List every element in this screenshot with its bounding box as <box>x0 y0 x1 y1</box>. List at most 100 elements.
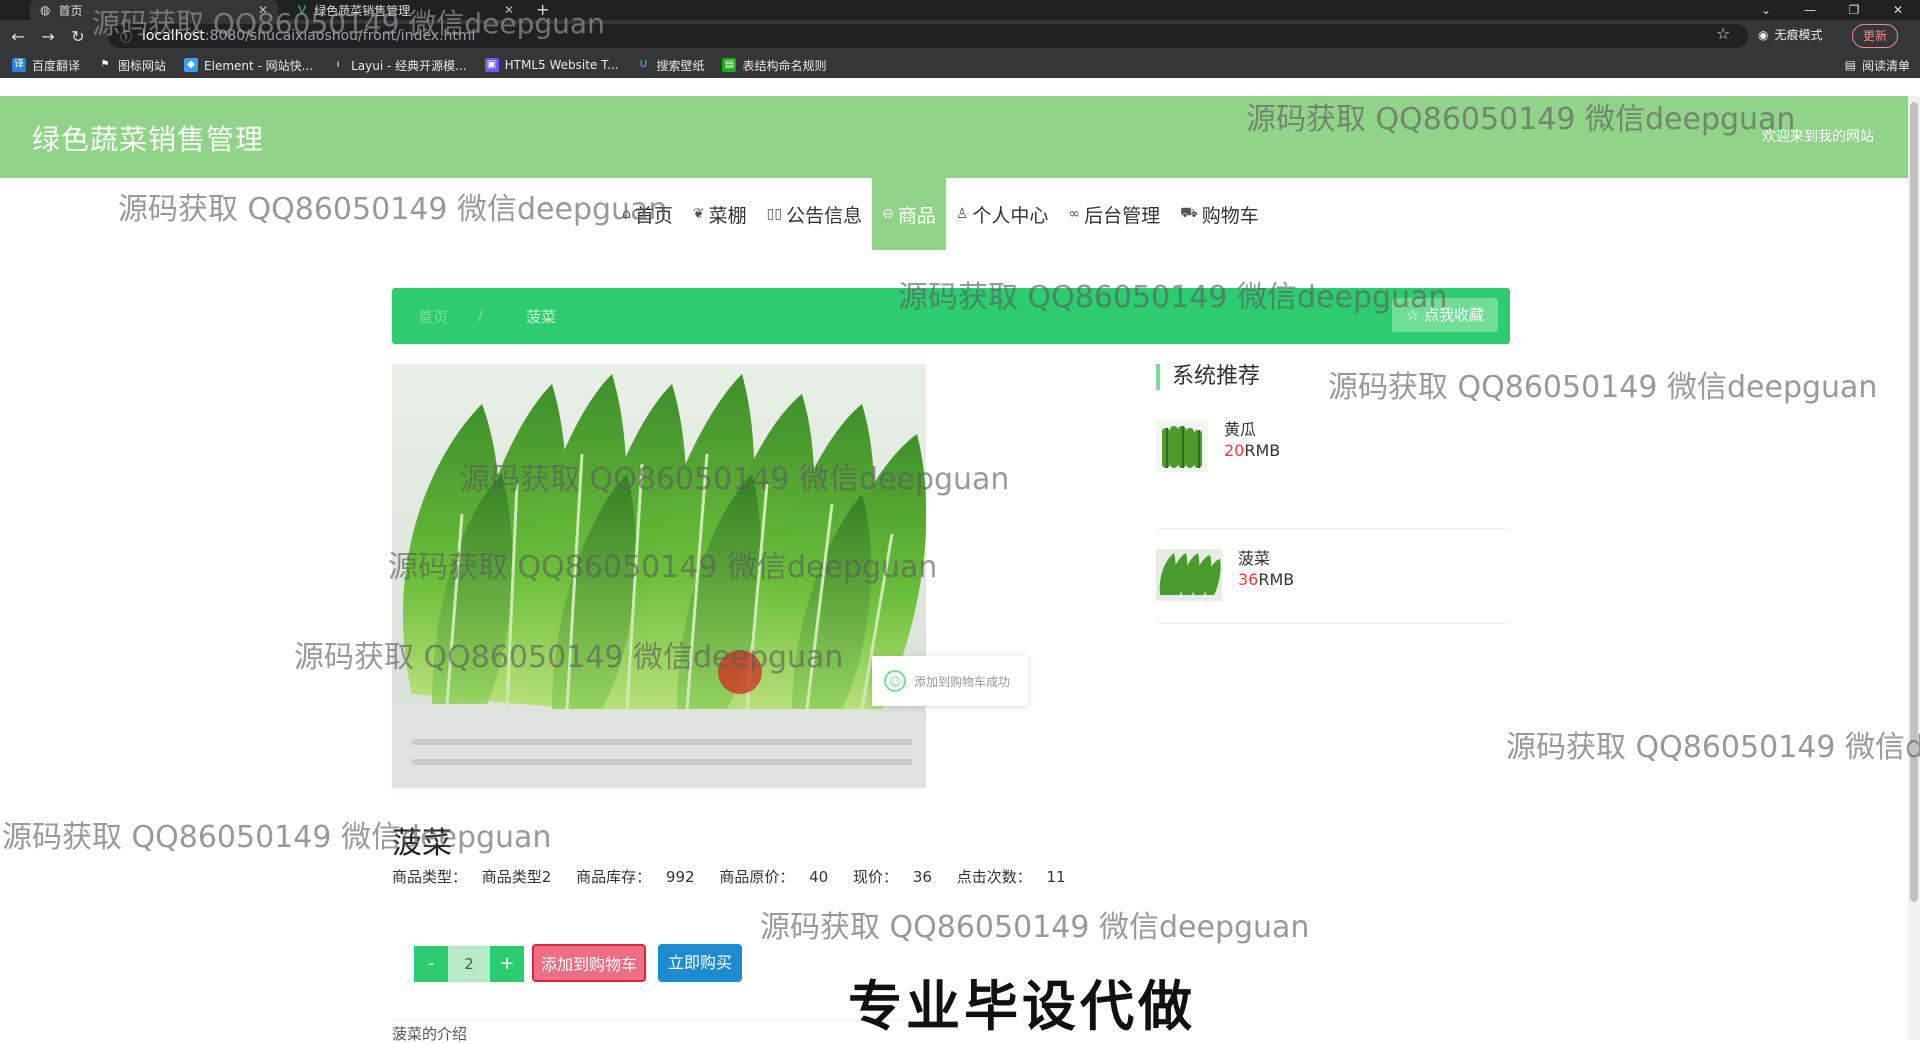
home-icon: ⌂ <box>622 206 631 222</box>
user-icon: ♙ <box>955 206 969 222</box>
meta-label: 点击次数： <box>956 868 1032 886</box>
restore-icon[interactable]: ❐ <box>1832 0 1876 20</box>
page-scrollbar[interactable] <box>1908 96 1920 1040</box>
quantity-input[interactable]: 2 <box>448 946 490 982</box>
layui-icon: ı <box>336 59 340 70</box>
product-type: 商品类型： 商品类型2 <box>392 868 561 886</box>
browser-tab-bar: ◍ 首页 ✕ V 绿色蔬菜销售管理 ✕ + ⌄ — ❐ ✕ <box>0 0 1920 20</box>
meta-value: 商品类型2 <box>481 868 552 886</box>
forward-icon[interactable]: → <box>36 27 60 46</box>
news-icon: ▯▯ <box>766 206 783 222</box>
nav-label: 商品 <box>897 204 936 227</box>
add-to-cart-button[interactable]: 添加到购物车 <box>532 944 646 982</box>
incognito-indicator[interactable]: ◉ 无痕模式 <box>1758 26 1823 43</box>
spinach-thumbnail <box>1156 549 1222 601</box>
nav-item-cart[interactable]: ⛟ 购物车 <box>1170 178 1269 250</box>
reading-list[interactable]: ▤ 阅读清单 <box>1845 52 1910 78</box>
buy-now-button[interactable]: 立即购买 <box>658 944 742 982</box>
nav-label: 公告信息 <box>786 204 863 227</box>
smile-icon: ☺ <box>884 670 906 692</box>
breadcrumb-home[interactable]: 首页 <box>418 306 448 327</box>
decrease-button[interactable]: - <box>414 946 448 982</box>
meta-value: 992 <box>665 868 695 886</box>
url-input[interactable]: ⓘ localhost:8080/shucaixiaoshou/front/in… <box>108 24 1748 48</box>
element-icon: ◆ <box>184 58 199 72</box>
bookmark-label: 表结构命名规则 <box>742 58 827 73</box>
bookmark-baidu-translate[interactable]: 译百度翻译 <box>12 57 80 74</box>
new-tab-button[interactable]: + <box>536 0 549 20</box>
reading-list-icon: ▤ <box>1844 58 1856 72</box>
nav-item-news[interactable]: ▯▯ 公告信息 <box>757 178 872 250</box>
product-orig-price: 商品原价： 40 <box>719 868 838 886</box>
cart-icon: ⛟ <box>1180 205 1198 221</box>
bookmark-label: Layui - 经典开源模... <box>351 58 467 73</box>
wallpaper-icon: U <box>639 59 648 70</box>
link-icon: ∞ <box>1068 206 1081 222</box>
tab-search-icon[interactable]: ⌄ <box>1744 0 1788 20</box>
recommend-panel: 系统推荐 黄瓜 20RMB 菠菜 36RMB <box>1156 364 1510 624</box>
breadcrumb-current: 菠菜 <box>526 308 557 326</box>
update-button[interactable]: 更新 <box>1852 24 1899 48</box>
nav-item-admin[interactable]: ∞ 后台管理 <box>1058 178 1170 250</box>
nav-label: 购物车 <box>1201 204 1259 227</box>
nav-item-goods[interactable]: ⊖ 商品 <box>872 178 946 250</box>
bookmark-label: HTML5 Website T... <box>504 58 619 72</box>
increase-button[interactable]: + <box>490 946 524 982</box>
sheet-icon: ▤ <box>722 58 737 72</box>
close-tab-icon[interactable]: ✕ <box>504 3 514 17</box>
bookmark-icon-site[interactable]: ⚑ 图标网站 <box>98 57 167 74</box>
close-tab-icon[interactable]: ✕ <box>258 3 268 17</box>
url-path: :8080/shucaixiaoshou/front/index.html <box>204 28 476 44</box>
watermark: 源码获取 QQ86050149 微信deepguan <box>760 910 1310 945</box>
price-value: 36 <box>1238 570 1259 589</box>
bookmark-element[interactable]: ◆ Element - 网站快... <box>184 57 313 74</box>
watermark: 源码获取 QQ86050149 微信deepguan <box>1506 730 1920 765</box>
recommend-item[interactable]: 黄瓜 20RMB <box>1156 420 1510 529</box>
bookmark-star-icon[interactable]: ☆ <box>1716 24 1730 43</box>
promo-overlay-text: 专业毕设代做 <box>848 975 1196 1038</box>
add-cart-success-toast: ☺ 添加到购物车成功 <box>872 656 1028 706</box>
toast-message: 添加到购物车成功 <box>914 674 1011 689</box>
meta-value: 36 <box>912 868 932 886</box>
site-title: 绿色蔬菜销售管理 <box>32 123 265 156</box>
browser-tab-home[interactable]: ◍ 首页 ✕ <box>30 0 278 20</box>
bookmark-wallpaper[interactable]: U 搜索壁纸 <box>636 57 705 74</box>
bookmark-label: 百度翻译 <box>32 58 81 73</box>
browser-tab-admin[interactable]: V 绿色蔬菜销售管理 ✕ <box>288 0 524 20</box>
watermark: 源码获取 QQ86050149 微信deepguan <box>2 820 552 855</box>
recommend-name: 黄瓜 <box>1224 420 1257 439</box>
bookmark-layui[interactable]: ı Layui - 经典开源模... <box>331 57 467 74</box>
site-info-icon[interactable]: ⓘ <box>120 28 132 45</box>
goods-icon: ⊖ <box>882 206 894 222</box>
main-nav: ⌂ 首页 ❦ 菜棚 ▯▯ 公告信息 ⊖ 商品 ♙ 个人中心 ∞ 后台管理 ⛟ 购物车 <box>612 178 1269 250</box>
bookmark-naming-rules[interactable]: ▤ 表结构命名规则 <box>722 57 826 74</box>
meta-value: 11 <box>1046 868 1066 886</box>
nav-item-profile[interactable]: ♙ 个人中心 <box>946 178 1059 250</box>
close-window-icon[interactable]: ✕ <box>1876 0 1920 20</box>
back-icon[interactable]: ← <box>6 27 30 46</box>
scrollbar-thumb[interactable] <box>1910 102 1918 902</box>
nav-item-greenhouse[interactable]: ❦ 菜棚 <box>683 178 757 250</box>
window-controls: ⌄ — ❐ ✕ <box>1744 0 1920 20</box>
meta-label: 现价： <box>853 868 899 886</box>
favorite-button[interactable]: ☆ 点我收藏 <box>1391 298 1498 332</box>
breadcrumb: 首页 / 菠菜 ☆ 点我收藏 <box>392 288 1510 344</box>
meta-label: 商品类型： <box>392 868 468 886</box>
product-meta: 商品类型： 商品类型2 商品库存： 992 商品原价： 40 现价： 36 点击… <box>392 866 1086 887</box>
reload-icon[interactable]: ↻ <box>66 27 90 46</box>
bookmark-html5[interactable]: ▣ HTML5 Website T... <box>484 58 619 72</box>
leaf-icon: ❦ <box>692 206 705 222</box>
product-name: 菠菜 <box>392 826 452 861</box>
nav-label: 菜棚 <box>708 204 747 227</box>
globe-icon: ◍ <box>40 3 51 17</box>
recommend-item[interactable]: 菠菜 36RMB <box>1156 529 1510 624</box>
translate-icon: 译 <box>12 58 26 72</box>
minimize-icon[interactable]: — <box>1788 0 1832 20</box>
product-clicks: 点击次数： 11 <box>957 868 1076 886</box>
nav-label: 后台管理 <box>1084 204 1161 227</box>
nav-item-home[interactable]: ⌂ 首页 <box>612 178 683 250</box>
incognito-icon: ◉ <box>1758 27 1769 42</box>
recommend-title: 系统推荐 <box>1156 364 1510 390</box>
bookmark-label: Element - 网站快... <box>204 58 314 73</box>
price-value: 20 <box>1224 441 1245 460</box>
